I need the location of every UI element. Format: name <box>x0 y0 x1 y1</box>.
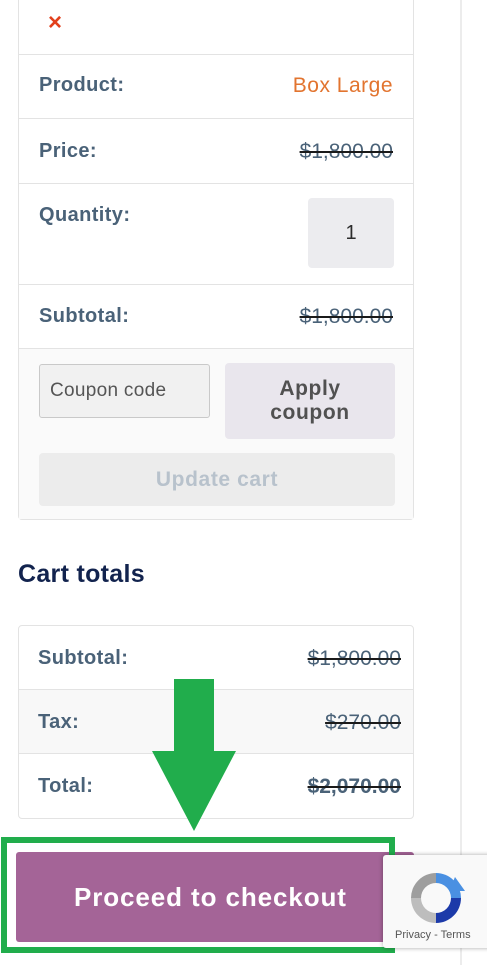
totals-tax-value: $270.00 <box>325 711 401 734</box>
proceed-to-checkout-button[interactable]: Proceed to checkout <box>16 852 414 942</box>
recaptcha-logo-icon <box>411 873 465 923</box>
totals-total-label: Total: <box>38 775 94 797</box>
totals-subtotal-value: $1,800.00 <box>307 647 401 670</box>
remove-row: × <box>19 0 413 55</box>
recaptcha-badge[interactable]: Privacy - Terms <box>383 855 487 948</box>
totals-total-value: $2,070.00 <box>307 775 401 798</box>
subtotal-row: Subtotal: $1,800.00 <box>19 285 413 349</box>
totals-tax-label: Tax: <box>38 711 80 733</box>
price-label: Price: <box>39 140 97 162</box>
cart-totals-table: Subtotal: $1,800.00 Tax: $270.00 Total: … <box>18 625 414 819</box>
totals-total-row: Total: $2,070.00 <box>19 754 413 818</box>
cart-item-card: × Product: Box Large Price: $1,800.00 Qu… <box>18 0 414 520</box>
checkout-button-container: Proceed to checkout <box>16 852 414 942</box>
recaptcha-privacy-link[interactable]: Privacy <box>395 929 431 941</box>
totals-subtotal-row: Subtotal: $1,800.00 <box>19 626 413 690</box>
page-divider <box>460 0 462 965</box>
recaptcha-separator: - <box>434 929 438 941</box>
quantity-label: Quantity: <box>39 204 131 226</box>
coupon-code-input[interactable] <box>39 364 210 418</box>
cart-actions: Apply coupon Update cart <box>19 349 413 519</box>
quantity-row: Quantity: 1 <box>19 184 413 285</box>
price-value: $1,800.00 <box>299 140 393 163</box>
product-row: Product: Box Large <box>19 54 413 119</box>
totals-tax-row: Tax: $270.00 <box>19 690 413 754</box>
close-icon[interactable]: × <box>48 9 62 37</box>
quantity-input[interactable]: 1 <box>308 198 394 268</box>
update-cart-button[interactable]: Update cart <box>39 453 395 506</box>
subtotal-label: Subtotal: <box>39 305 130 327</box>
recaptcha-terms-link[interactable]: Terms <box>441 929 471 941</box>
recaptcha-links: Privacy - Terms <box>395 929 471 941</box>
totals-subtotal-label: Subtotal: <box>38 647 129 669</box>
product-label: Product: <box>39 74 125 96</box>
product-link[interactable]: Box Large <box>293 74 393 98</box>
price-row: Price: $1,800.00 <box>19 119 413 184</box>
subtotal-value: $1,800.00 <box>299 305 393 328</box>
cart-totals-heading: Cart totals <box>18 560 145 588</box>
apply-coupon-button[interactable]: Apply coupon <box>225 363 395 439</box>
